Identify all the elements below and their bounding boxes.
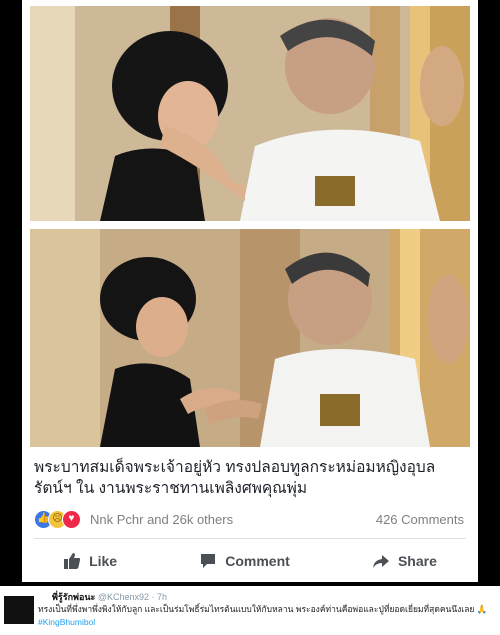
post-photo-bottom[interactable]	[30, 229, 470, 447]
post-actions: Like Comment Share	[22, 546, 478, 576]
share-label: Share	[397, 553, 437, 569]
tweet-hashtag[interactable]: #KingBhumibol	[38, 617, 95, 627]
tweet-text: ทรงเป็นที่พึ่งพาพึ่งพิงให้กับลูก และเป็น…	[38, 604, 488, 614]
tweet-header: พี่รู้รักพ่อนะ @KChenx92 · 7h	[52, 590, 167, 604]
avatar[interactable]	[4, 596, 34, 624]
divider	[34, 538, 466, 539]
photo-top-image	[30, 6, 470, 221]
reaction-icons: 👍 ☹ ♥	[34, 509, 81, 529]
like-label: Like	[89, 553, 118, 569]
reaction-summary[interactable]: 👍 ☹ ♥ Nnk Pchr and 26k others 426 Commen…	[34, 508, 464, 530]
post-photo-top[interactable]	[30, 6, 470, 221]
comments-count[interactable]: 426 Comments	[376, 512, 464, 527]
comment-icon	[201, 554, 216, 568]
facebook-post: พระบาทสมเด็จพระเจ้าอยู่หัว ทรงปลอบทูลกระ…	[22, 0, 478, 582]
tweet-handle[interactable]: @KChenx92 · 7h	[98, 592, 167, 602]
thumbs-up-icon	[64, 553, 81, 569]
tweet-author-name[interactable]: พี่รู้รักพ่อนะ	[52, 592, 95, 602]
comment-button[interactable]: Comment	[199, 552, 290, 570]
photo-bottom-image	[30, 229, 470, 447]
comment-label: Comment	[225, 553, 290, 569]
share-arrow-icon	[372, 555, 389, 568]
share-button[interactable]: Share	[372, 552, 437, 570]
love-icon: ♥	[62, 509, 81, 529]
like-button[interactable]: Like	[63, 552, 117, 570]
post-caption: พระบาทสมเด็จพระเจ้าอยู่หัว ทรงปลอบทูลกระ…	[34, 459, 436, 497]
reaction-names[interactable]: Nnk Pchr and 26k others	[90, 512, 233, 527]
